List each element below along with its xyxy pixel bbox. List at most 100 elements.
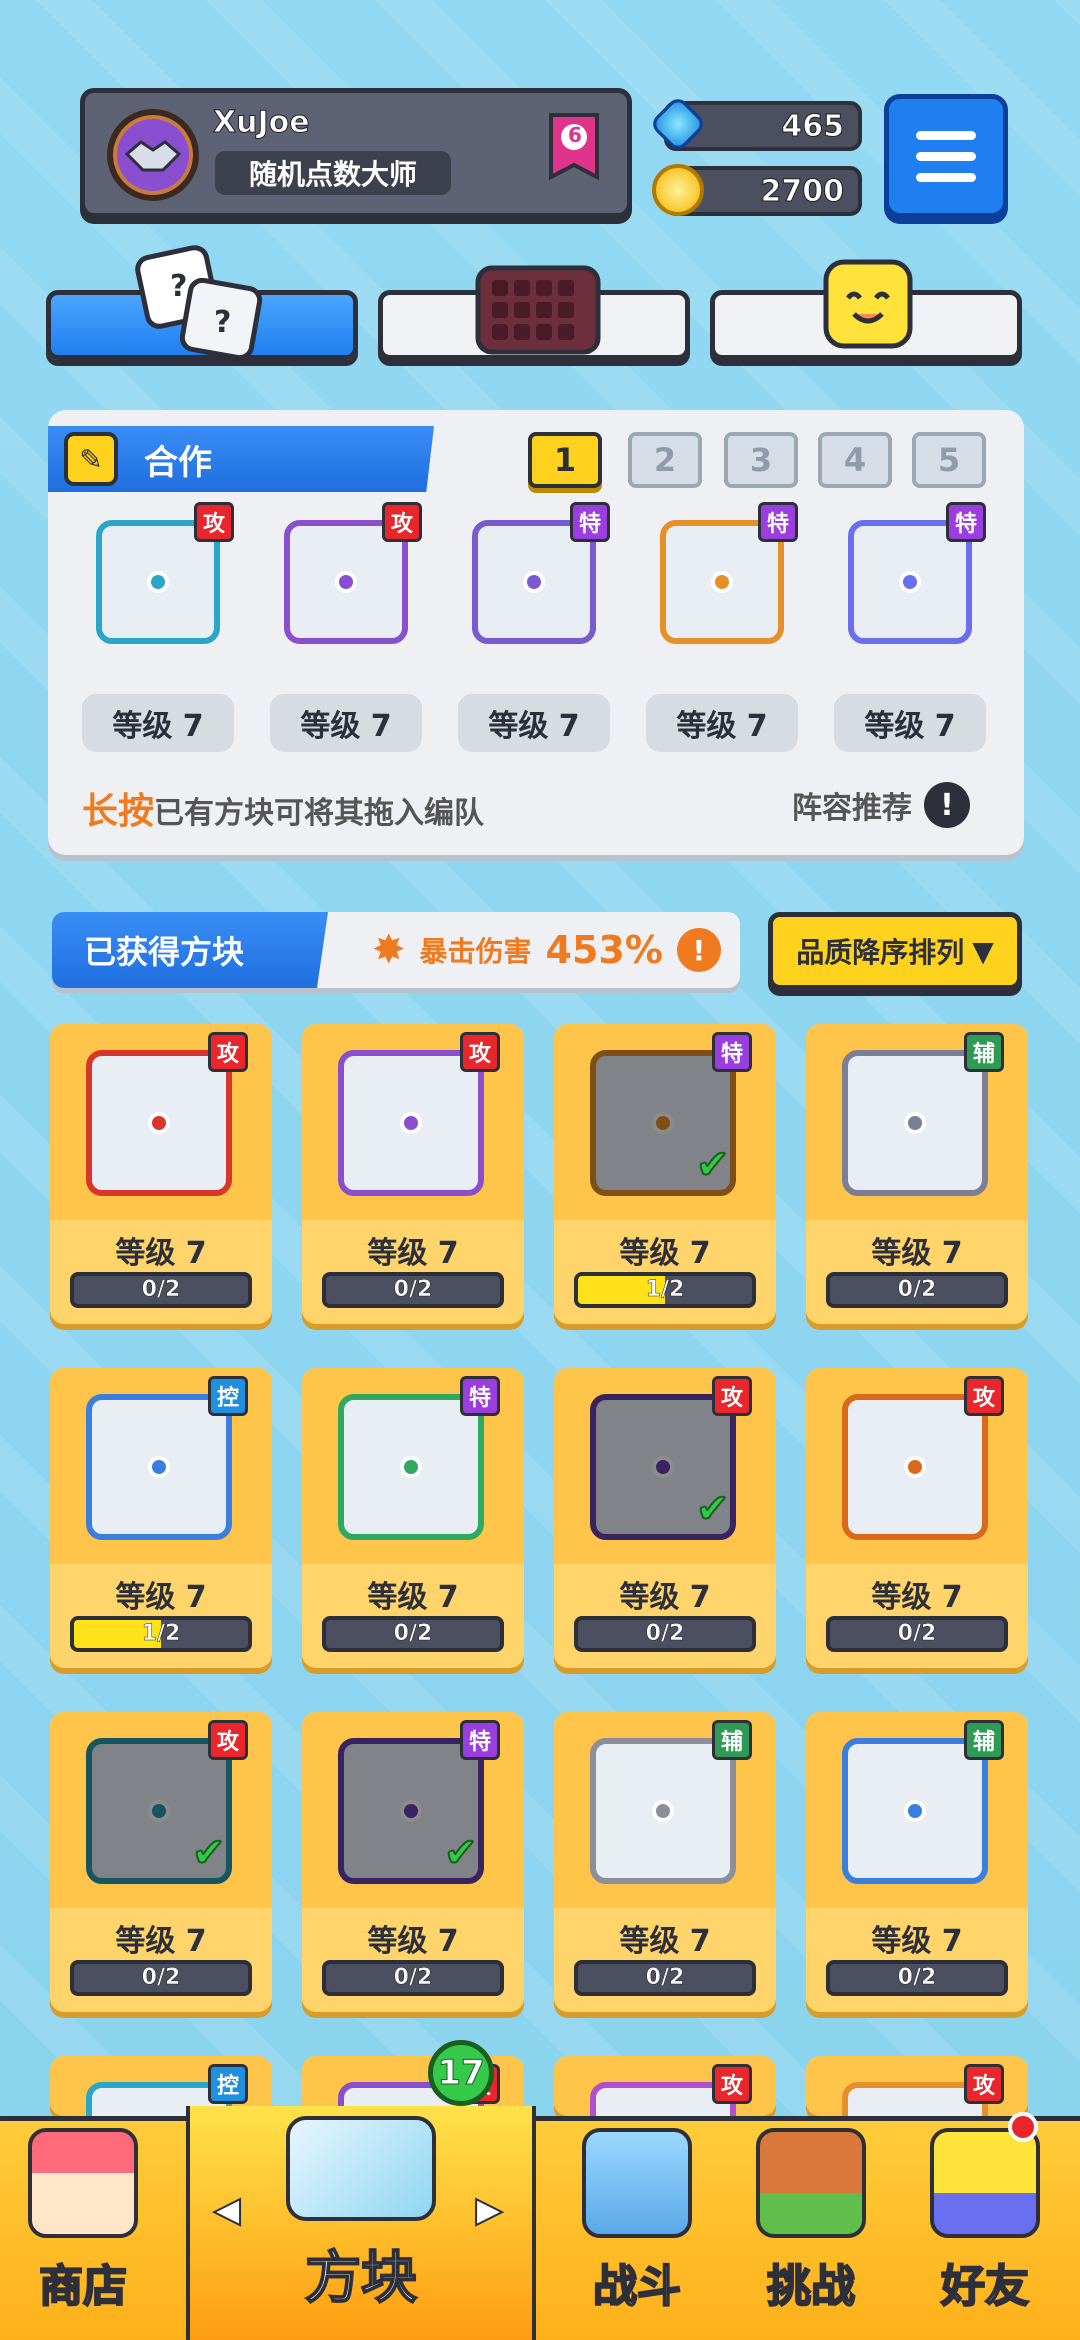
upgrade-progress-bar: 0/2 [826, 1272, 1008, 1308]
avatar [107, 109, 199, 201]
team-slot-5[interactable]: 5 [912, 432, 986, 488]
upgrade-progress-bar: 1/2 [574, 1272, 756, 1308]
arrow-right-icon[interactable]: ▶ [475, 2189, 503, 2231]
owned-block-tile[interactable]: 辅等级 7 0/2 [806, 1712, 1028, 2012]
block-core-dot [652, 1800, 674, 1822]
upgrade-progress-bar: 0/2 [322, 1616, 504, 1652]
block-core-dot [400, 1112, 422, 1134]
owned-block-tile[interactable]: 攻 ✔ 等级 7 0/2 [554, 1368, 776, 1668]
drag-hint-emphasis: 长按 [82, 791, 155, 832]
block-core-dot [904, 1456, 926, 1478]
block-type-tag: 攻 [208, 1032, 248, 1072]
lineup-recommend-button[interactable]: 阵容推荐! [792, 782, 970, 828]
crit-damage-display[interactable]: ✸ 暴击伤害 453% ! [372, 918, 721, 982]
block-core-dot [652, 1112, 674, 1134]
friend-character-icon [930, 2128, 1040, 2238]
castle-icon [756, 2128, 866, 2238]
board-icon [475, 265, 601, 355]
team-card[interactable]: 攻 [82, 502, 234, 654]
nav-friends[interactable]: 好友 [900, 2116, 1070, 2340]
svg-text:?: ? [214, 305, 231, 340]
block-card: 攻 ✔ [72, 1720, 248, 1896]
team-slot-3[interactable]: 3 [724, 432, 798, 488]
block-card: 攻 [828, 2064, 1004, 2116]
team-slot-2[interactable]: 2 [628, 432, 702, 488]
progress-text: 0/2 [393, 1965, 433, 1991]
progress-text: 0/2 [393, 1277, 433, 1303]
edit-pencil-icon[interactable]: ✎ [64, 432, 118, 486]
block-level: 等级 7 [619, 1580, 711, 1615]
player-name: XuJoe [213, 105, 311, 141]
block-core-dot [147, 571, 169, 593]
owned-block-tile[interactable]: 攻 ✔ 等级 7 0/2 [50, 1712, 272, 2012]
dice-icon: ? ? [135, 245, 263, 361]
block-core-dot [148, 1800, 170, 1822]
owned-block-tile[interactable]: 辅等级 7 0/2 [806, 1024, 1028, 1324]
block-core-dot [904, 1112, 926, 1134]
block-card: 攻 ✔ [576, 1376, 752, 1552]
owned-block-tile[interactable]: 特 ✔ 等级 7 1/2 [554, 1024, 776, 1324]
progress-text: 1/2 [645, 1277, 685, 1303]
block-type-tag: 特 [712, 1032, 752, 1072]
team-slot-1[interactable]: 1 [528, 432, 602, 488]
sort-label: 品质降序排列 [796, 936, 965, 969]
upgrade-progress-bar: 0/2 [322, 1272, 504, 1308]
owned-block-tile[interactable]: 攻等级 7 0/2 [302, 1024, 524, 1324]
block-frame [86, 1394, 232, 1540]
block-level: 等级 7 [367, 1236, 459, 1271]
block-level: 等级 7 [115, 1236, 207, 1271]
menu-button[interactable] [884, 94, 1008, 218]
in-team-check-icon: ✔ [443, 1829, 478, 1877]
team-card-level: 等级 7 [82, 694, 234, 752]
owned-block-tile[interactable]: 攻 [806, 2056, 1028, 2116]
block-card: 攻 [72, 1032, 248, 1208]
owned-block-tile[interactable]: 控等级 7 1/2 [50, 1368, 272, 1668]
progress-text: 1/2 [141, 1621, 181, 1647]
progress-text: 0/2 [645, 1965, 685, 1991]
block-frame [86, 1050, 232, 1196]
nav-challenge[interactable]: 挑战 [726, 2116, 896, 2340]
mystery-block-icon [286, 2116, 436, 2221]
player-title: 随机点数大师 [215, 151, 451, 195]
block-type-tag: 特 [460, 1376, 500, 1416]
owned-block-tile[interactable]: 攻等级 7 0/2 [806, 1368, 1028, 1668]
owned-block-tile[interactable]: 攻等级 7 0/2 [50, 1024, 272, 1324]
progress-text: 0/2 [897, 1277, 937, 1303]
owned-block-tile[interactable]: 攻 [554, 2056, 776, 2116]
owned-block-tile[interactable]: 辅等级 7 0/2 [554, 1712, 776, 2012]
upgrade-progress-bar: 0/2 [826, 1616, 1008, 1652]
block-frame [842, 1738, 988, 1884]
block-level: 等级 7 [619, 1924, 711, 1959]
team-slot-4[interactable]: 4 [818, 432, 892, 488]
nav-shop-label: 商店 [38, 2260, 128, 2313]
owned-block-tile[interactable]: 特等级 7 0/2 [302, 1368, 524, 1668]
in-team-check-icon: ✔ [695, 1485, 730, 1533]
upgrade-progress-bar: 0/2 [70, 1960, 252, 1996]
block-card: 辅 [576, 1720, 752, 1896]
notification-dot [1008, 2112, 1038, 2142]
in-team-check-icon: ✔ [695, 1141, 730, 1189]
progress-text: 0/2 [141, 1965, 181, 1991]
arrow-left-icon[interactable]: ◀ [213, 2189, 241, 2231]
profile-panel[interactable]: XuJoe 随机点数大师 6 [80, 88, 632, 218]
team-card[interactable]: 特 [646, 502, 798, 654]
block-type-tag: 控 [208, 2064, 248, 2104]
nav-challenge-label: 挑战 [766, 2260, 856, 2313]
team-card[interactable]: 特 [834, 502, 986, 654]
sort-dropdown[interactable]: 品质降序排列 ▼ [768, 912, 1022, 990]
progress-text: 0/2 [897, 1621, 937, 1647]
block-frame [338, 1050, 484, 1196]
nav-shop[interactable]: 商店 [0, 2116, 166, 2340]
block-core-dot [904, 1800, 926, 1822]
team-card[interactable]: 攻 [270, 502, 422, 654]
chevron-down-icon: ▼ [972, 934, 994, 968]
owned-block-tile[interactable]: 特 ✔ 等级 7 0/2 [302, 1712, 524, 2012]
block-core-dot [400, 1800, 422, 1822]
owned-label: 已获得方块 [52, 912, 328, 988]
nav-battle[interactable]: 战斗 [552, 2116, 722, 2340]
block-type-tag: 攻 [208, 1720, 248, 1760]
block-core-dot [148, 1112, 170, 1134]
blocks-badge: 17 [428, 2040, 494, 2106]
team-card[interactable]: 特 [458, 502, 610, 654]
block-card: 特 [324, 1376, 500, 1552]
